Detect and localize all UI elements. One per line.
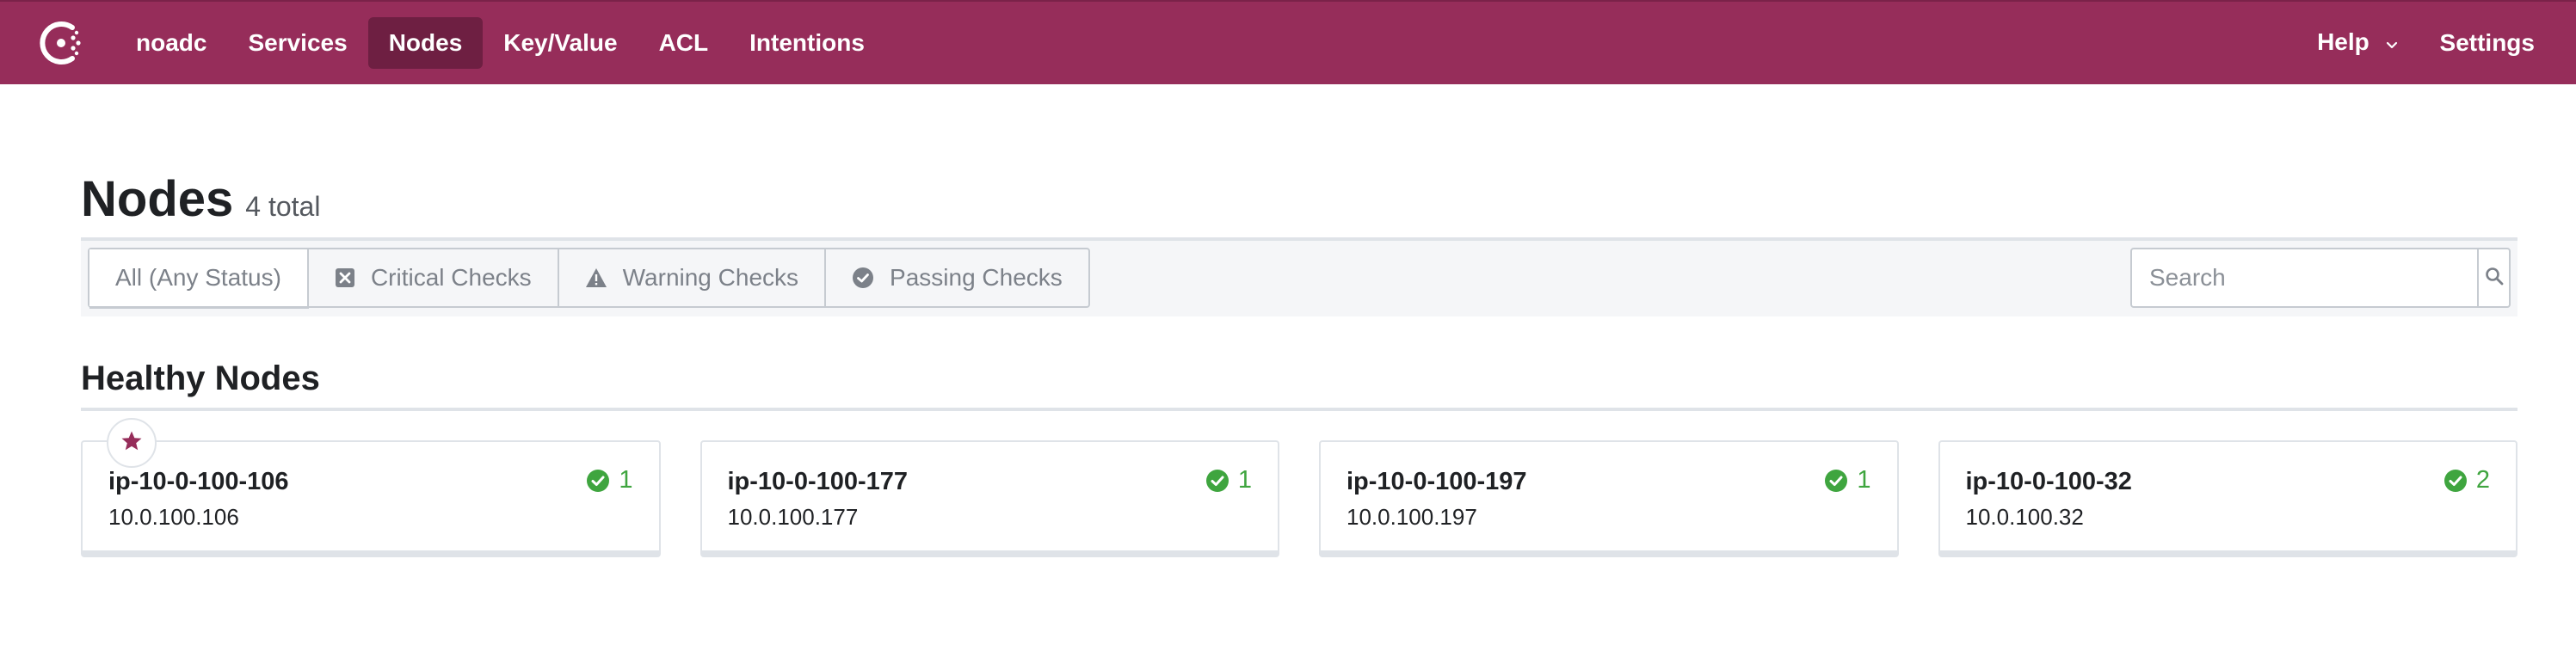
secondary-nav: Help Settings <box>2296 2 2555 84</box>
page-title: Nodes <box>81 171 234 227</box>
nav-item-key-value[interactable]: Key/Value <box>483 17 638 69</box>
search-box <box>2130 248 2511 308</box>
chevron-down-icon <box>2385 30 2399 58</box>
section-divider <box>81 408 2517 411</box>
search-button[interactable] <box>2477 249 2509 306</box>
leader-badge <box>107 418 157 468</box>
passing-check-icon <box>1825 469 1848 492</box>
critical-x-icon <box>335 267 355 288</box>
filter-warning[interactable]: Warning Checks <box>559 249 827 306</box>
nav-item-nodes[interactable]: Nodes <box>367 17 484 69</box>
help-menu[interactable]: Help <box>2296 16 2419 70</box>
nav-item-intentions[interactable]: Intentions <box>729 17 885 69</box>
consul-logo-icon[interactable] <box>36 17 88 69</box>
passing-check-icon <box>587 469 610 492</box>
node-name: ip-10-0-100-32 <box>1965 468 2132 495</box>
passing-count: 1 <box>619 466 633 494</box>
section-title-healthy-nodes: Healthy Nodes <box>81 359 320 397</box>
filter-warning-label: Warning Checks <box>622 264 799 291</box>
filter-toolbar: All (Any Status) Critical Checks Warning… <box>81 241 2517 316</box>
node-name: ip-10-0-100-106 <box>108 468 289 495</box>
search-input[interactable] <box>2132 249 2477 306</box>
passing-count: 1 <box>1237 466 1252 494</box>
node-card[interactable]: ip-10-0-100-106 10.0.100.106 1 <box>81 418 661 557</box>
passing-checks: 1 <box>586 466 633 494</box>
node-count: 4 total <box>245 191 321 222</box>
search-icon <box>2485 267 2504 290</box>
datacenter-selector[interactable]: noadc <box>115 17 227 69</box>
passing-check-icon <box>2444 469 2467 492</box>
help-label: Help <box>2317 28 2370 56</box>
passing-checks: 1 <box>1205 466 1252 494</box>
page-header: Nodes 4 total <box>81 170 320 228</box>
node-name: ip-10-0-100-177 <box>727 468 909 495</box>
node-card[interactable]: ip-10-0-100-32 10.0.100.32 2 <box>1938 440 2517 557</box>
node-card[interactable]: ip-10-0-100-197 10.0.100.197 1 <box>1319 440 1899 557</box>
nav-item-acl[interactable]: ACL <box>638 17 730 69</box>
node-address: 10.0.100.106 <box>108 504 239 530</box>
main-nav: noadc Services Nodes Key/Value ACL Inten… <box>115 2 885 84</box>
filter-critical-label: Critical Checks <box>370 264 532 291</box>
nav-item-settings[interactable]: Settings <box>2419 17 2555 69</box>
node-address: 10.0.100.32 <box>1965 504 2084 530</box>
passing-checks: 2 <box>2444 466 2490 494</box>
filter-passing-label: Passing Checks <box>890 264 1063 291</box>
filter-passing[interactable]: Passing Checks <box>826 249 1088 306</box>
status-filter-group: All (Any Status) Critical Checks Warning… <box>88 248 1090 308</box>
top-navigation-bar: noadc Services Nodes Key/Value ACL Inten… <box>0 0 2576 84</box>
passing-check-icon <box>852 267 874 289</box>
node-address: 10.0.100.177 <box>727 504 859 530</box>
passing-check-icon <box>1205 469 1229 492</box>
passing-count: 1 <box>1857 466 1871 494</box>
passing-count: 2 <box>2475 466 2490 494</box>
passing-checks: 1 <box>1824 466 1871 494</box>
warning-triangle-icon <box>585 267 607 288</box>
filter-all-label: All (Any Status) <box>115 264 281 291</box>
nav-item-services[interactable]: Services <box>227 17 367 69</box>
node-name: ip-10-0-100-197 <box>1347 468 1527 495</box>
filter-critical[interactable]: Critical Checks <box>309 249 559 306</box>
star-icon <box>120 430 143 457</box>
node-address: 10.0.100.197 <box>1347 504 1477 530</box>
node-card[interactable]: ip-10-0-100-177 10.0.100.177 1 <box>699 440 1279 557</box>
node-card-list: ip-10-0-100-106 10.0.100.106 1 ip-10-0-1… <box>81 418 2517 557</box>
filter-all[interactable]: All (Any Status) <box>89 249 309 306</box>
